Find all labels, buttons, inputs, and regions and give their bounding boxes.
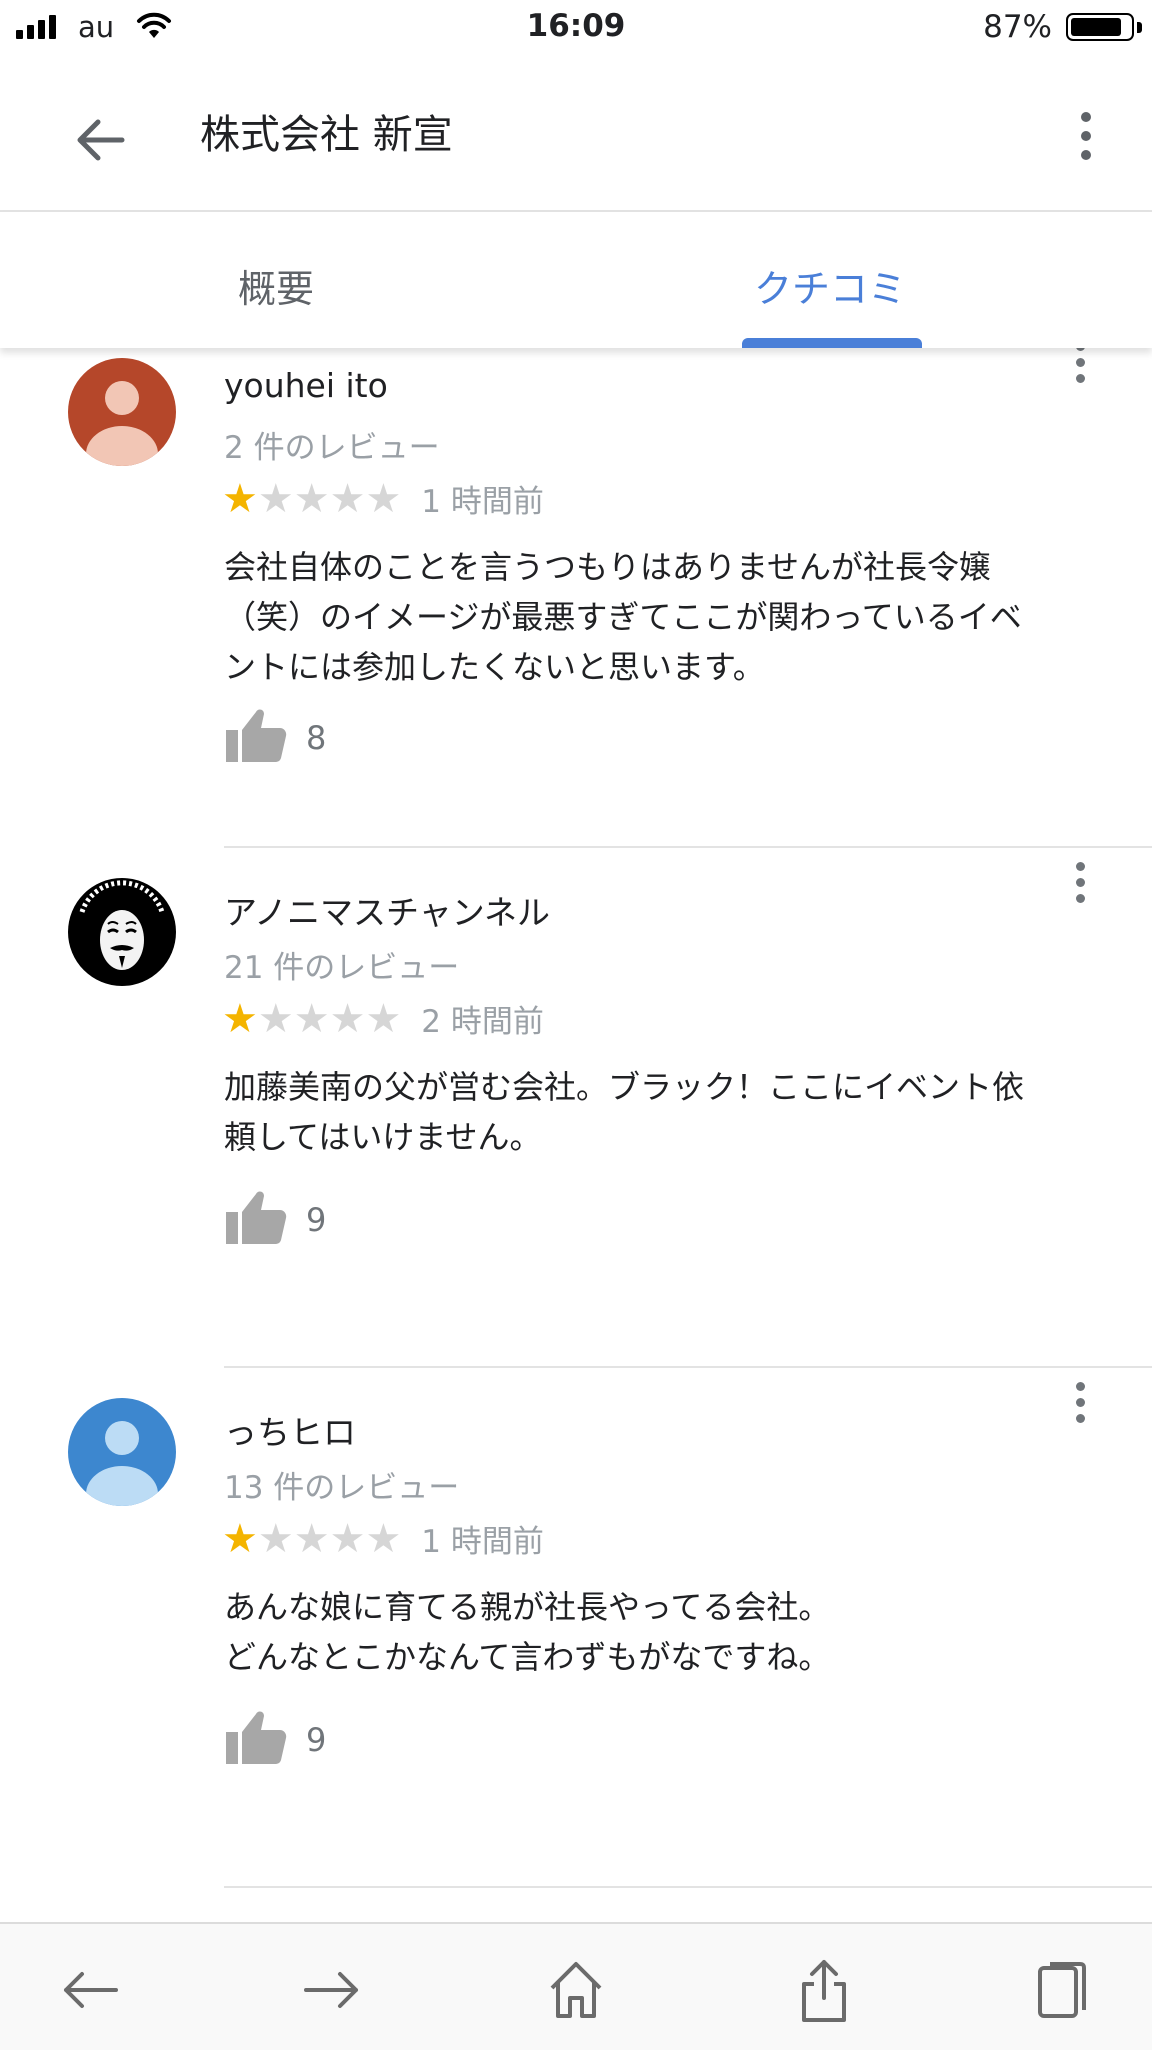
star-rating: ★★★★★ 2 時間前 (222, 996, 544, 1041)
page-title: 株式会社 新宣 (200, 112, 453, 158)
star-empty-icon: ★ (293, 475, 330, 522)
browser-toolbar (0, 1922, 1152, 2050)
battery-cap (1137, 22, 1142, 33)
status-bar: au 16:09 87% (0, 0, 1152, 58)
reviewer-review-count: 2 件のレビュー (224, 430, 440, 466)
browser-home-button[interactable] (540, 1954, 612, 2026)
rating-stars: ★★★★★ (222, 1519, 401, 1559)
like-count: 9 (306, 1201, 327, 1239)
rating-stars: ★★★★★ (222, 999, 401, 1039)
star-empty-icon: ★ (293, 1515, 330, 1562)
more-options-button[interactable] (1056, 100, 1116, 180)
avatar[interactable] (68, 358, 176, 466)
browser-back-button[interactable] (54, 1954, 126, 2026)
more-vert-icon (1060, 1382, 1100, 1423)
like-button[interactable]: 8 (224, 706, 326, 764)
like-count: 9 (306, 1721, 327, 1759)
thumb-up-icon (226, 709, 287, 762)
review-more-button[interactable] (1060, 1382, 1100, 1442)
share-icon (802, 1960, 846, 2022)
review-text: 会社自体のことを言うつもりはありませんが社長令嬢 （笑）のイメージが最悪すぎてこ… (224, 548, 1022, 686)
star-empty-icon: ★ (329, 995, 366, 1042)
avatar[interactable] (68, 878, 176, 986)
star-filled-icon: ★ (222, 995, 258, 1042)
active-tab-indicator (742, 338, 922, 348)
review-text: あんな娘に育てる親が社長やってる会社。 どんなとこかなんて言わずもがなですね。 (224, 1588, 831, 1676)
star-rating: ★★★★★ 1 時間前 (222, 1516, 544, 1561)
reviewer-name[interactable]: っちヒロ (224, 1406, 356, 1454)
reviewer-review-count: 21 件のレビュー (224, 950, 460, 986)
star-empty-icon: ★ (293, 995, 330, 1042)
thumb-up-icon (226, 1711, 287, 1764)
forward-icon (304, 1972, 358, 2008)
browser-tabs-button[interactable] (1026, 1954, 1098, 2026)
tab-overview[interactable]: 概要 (238, 258, 314, 313)
like-count: 8 (306, 719, 327, 757)
battery-icon (1066, 13, 1134, 41)
review-time: 1 時間前 (421, 1524, 544, 1560)
more-vert-icon (1056, 100, 1116, 160)
like-button[interactable]: 9 (224, 1708, 326, 1766)
review-more-button[interactable] (1060, 348, 1100, 402)
person-icon (68, 1398, 176, 1506)
more-vert-icon (1060, 348, 1100, 383)
thumb-up-icon (226, 1191, 287, 1244)
star-empty-icon: ★ (365, 475, 402, 522)
back-icon (64, 1972, 118, 2008)
mask-avatar-icon (68, 878, 176, 986)
arrow-back-icon (77, 119, 125, 161)
review-text: 加藤美南の父が営む会社。ブラック！ここにイベント依 頼してはいけません。 (224, 1068, 1025, 1156)
browser-share-button[interactable] (788, 1954, 860, 2026)
star-filled-icon: ★ (222, 1515, 258, 1562)
star-empty-icon: ★ (257, 475, 294, 522)
star-empty-icon: ★ (257, 1515, 294, 1562)
rating-stars: ★★★★★ (222, 479, 401, 519)
review-time: 2 時間前 (421, 1004, 544, 1040)
divider (224, 1886, 1152, 1888)
review-more-button[interactable] (1060, 862, 1100, 922)
star-empty-icon: ★ (365, 1515, 402, 1562)
tab-bar: 概要 クチコミ (0, 212, 1152, 348)
star-empty-icon: ★ (329, 475, 366, 522)
star-empty-icon: ★ (365, 995, 402, 1042)
tabs-icon (1038, 1962, 1086, 2018)
reviewer-review-count: 13 件のレビュー (224, 1470, 460, 1506)
person-icon (68, 358, 176, 466)
star-rating: ★★★★★ 1 時間前 (222, 476, 544, 521)
battery-percent: 87% (983, 9, 1052, 45)
star-empty-icon: ★ (257, 995, 294, 1042)
reviewer-name[interactable]: アノニマスチャンネル (224, 886, 550, 934)
tab-reviews[interactable]: クチコミ (754, 258, 906, 313)
browser-forward-button[interactable] (296, 1954, 368, 2026)
star-filled-icon: ★ (222, 475, 258, 522)
review-item: アノニマスチャンネル 21 件のレビュー ★★★★★ 2 時間前 加藤美南の父が… (0, 848, 1152, 1368)
more-vert-icon (1060, 862, 1100, 903)
avatar[interactable] (68, 1398, 176, 1506)
battery-level (1071, 18, 1121, 36)
app-bar: 株式会社 新宣 (0, 58, 1152, 212)
review-list: youhei ito 2 件のレビュー ★★★★★ 1 時間前 会社自体のことを… (0, 348, 1152, 1922)
review-time: 1 時間前 (421, 484, 544, 520)
back-button[interactable] (62, 102, 138, 178)
review-item: っちヒロ 13 件のレビュー ★★★★★ 1 時間前 あんな娘に育てる親が社長や… (0, 1368, 1152, 1888)
home-icon (550, 1962, 602, 2018)
review-item: youhei ito 2 件のレビュー ★★★★★ 1 時間前 会社自体のことを… (0, 348, 1152, 848)
like-button[interactable]: 9 (224, 1188, 326, 1246)
star-empty-icon: ★ (329, 1515, 366, 1562)
reviewer-name[interactable]: youhei ito (224, 366, 388, 405)
clock: 16:09 (526, 8, 626, 44)
